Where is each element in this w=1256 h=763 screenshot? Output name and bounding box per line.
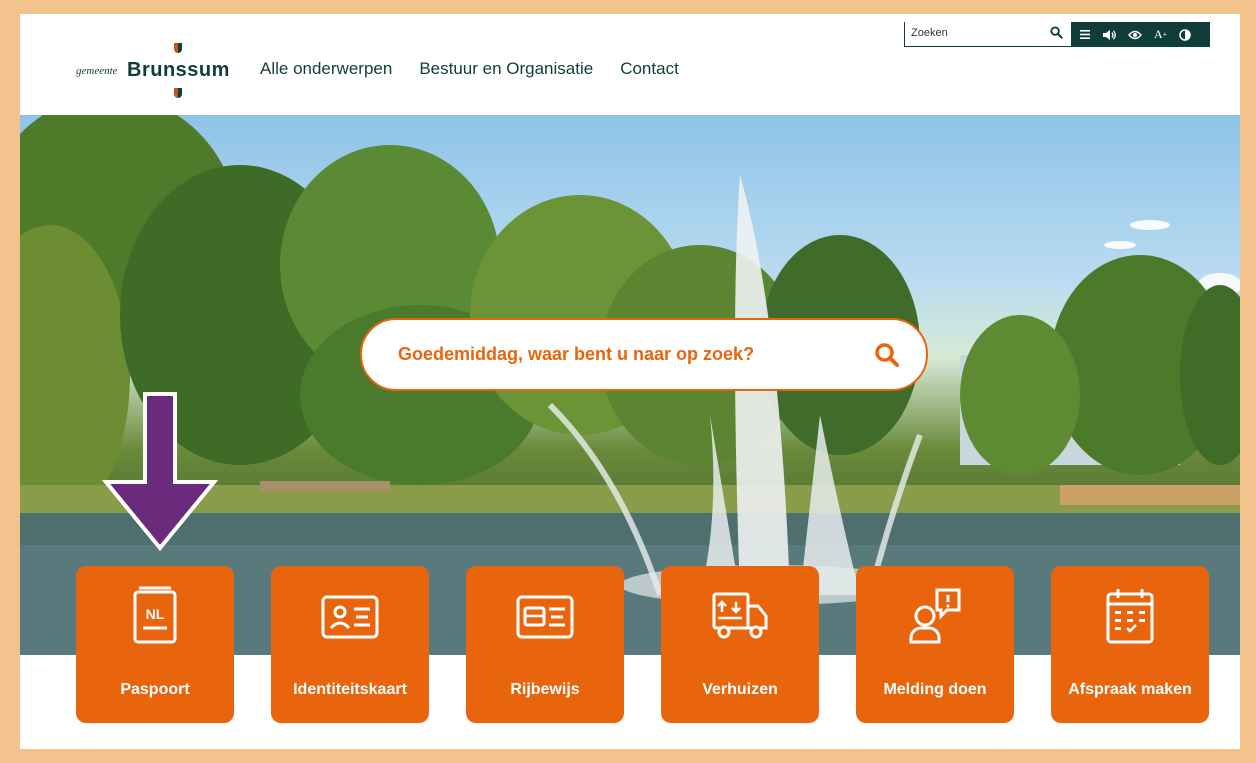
- hero-search-box[interactable]: Goedemiddag, waar bent u naar op zoek?: [360, 318, 928, 391]
- contrast-icon[interactable]: [1179, 28, 1191, 41]
- tile-paspoort[interactable]: NL Paspoort: [76, 566, 234, 723]
- quick-links: NL Paspoort Identiteitskaart Rijbewijs V…: [76, 566, 1209, 723]
- tile-afspraak-maken[interactable]: Afspraak maken: [1051, 566, 1209, 723]
- tile-label: Melding doen: [883, 681, 987, 698]
- passport-icon: NL: [133, 586, 177, 644]
- annotation-arrow-icon: [102, 392, 219, 552]
- logo[interactable]: gemeente Brunssum: [76, 42, 236, 98]
- text-size-icon[interactable]: A +: [1154, 27, 1167, 42]
- tile-identiteitskaart[interactable]: Identiteitskaart: [271, 566, 429, 723]
- top-search: [904, 22, 1072, 47]
- speaker-icon[interactable]: [1102, 29, 1116, 41]
- drivers-license-icon: [516, 595, 574, 639]
- tile-rijbewijs[interactable]: Rijbewijs: [466, 566, 624, 723]
- tile-label: Verhuizen: [702, 681, 778, 698]
- menu-icon[interactable]: [1080, 30, 1090, 39]
- logo-shield-top: [174, 43, 182, 53]
- moving-truck-icon: [712, 592, 768, 639]
- report-icon: [909, 588, 961, 644]
- logo-small-text: gemeente: [76, 65, 118, 77]
- top-search-input[interactable]: [905, 22, 1035, 44]
- eye-icon[interactable]: [1128, 30, 1142, 40]
- search-icon[interactable]: [1050, 26, 1063, 39]
- page-frame: gemeente Brunssum Alle onderwerpen Bestu…: [20, 14, 1240, 749]
- hero-search-placeholder: Goedemiddag, waar bent u naar op zoek?: [398, 344, 755, 364]
- text-size-letter: A: [1154, 27, 1163, 41]
- hero-search-icon[interactable]: [874, 342, 900, 368]
- site-header: gemeente Brunssum Alle onderwerpen Bestu…: [20, 14, 1240, 115]
- nav-contact[interactable]: Contact: [620, 59, 679, 79]
- nav-alle-onderwerpen[interactable]: Alle onderwerpen: [260, 59, 392, 79]
- tile-label: Rijbewijs: [510, 681, 580, 698]
- text-size-plus: +: [1162, 30, 1168, 39]
- main-nav: Alle onderwerpen Bestuur en Organisatie …: [260, 59, 679, 79]
- passport-icon-text: NL: [146, 606, 165, 622]
- logo-shield-bottom: [174, 88, 182, 98]
- tile-label: Identiteitskaart: [293, 681, 407, 698]
- id-card-icon: [321, 595, 379, 639]
- tile-melding-doen[interactable]: Melding doen: [856, 566, 1014, 723]
- calendar-icon: [1106, 589, 1154, 644]
- nav-bestuur-organisatie[interactable]: Bestuur en Organisatie: [419, 59, 593, 79]
- tile-label: Paspoort: [120, 681, 190, 698]
- tile-verhuizen[interactable]: Verhuizen: [661, 566, 819, 723]
- tile-label: Afspraak maken: [1068, 681, 1192, 698]
- utility-bar: A+: [904, 22, 1210, 47]
- accessibility-tools: A +: [1072, 22, 1210, 47]
- logo-big-text: Brunssum: [127, 59, 230, 81]
